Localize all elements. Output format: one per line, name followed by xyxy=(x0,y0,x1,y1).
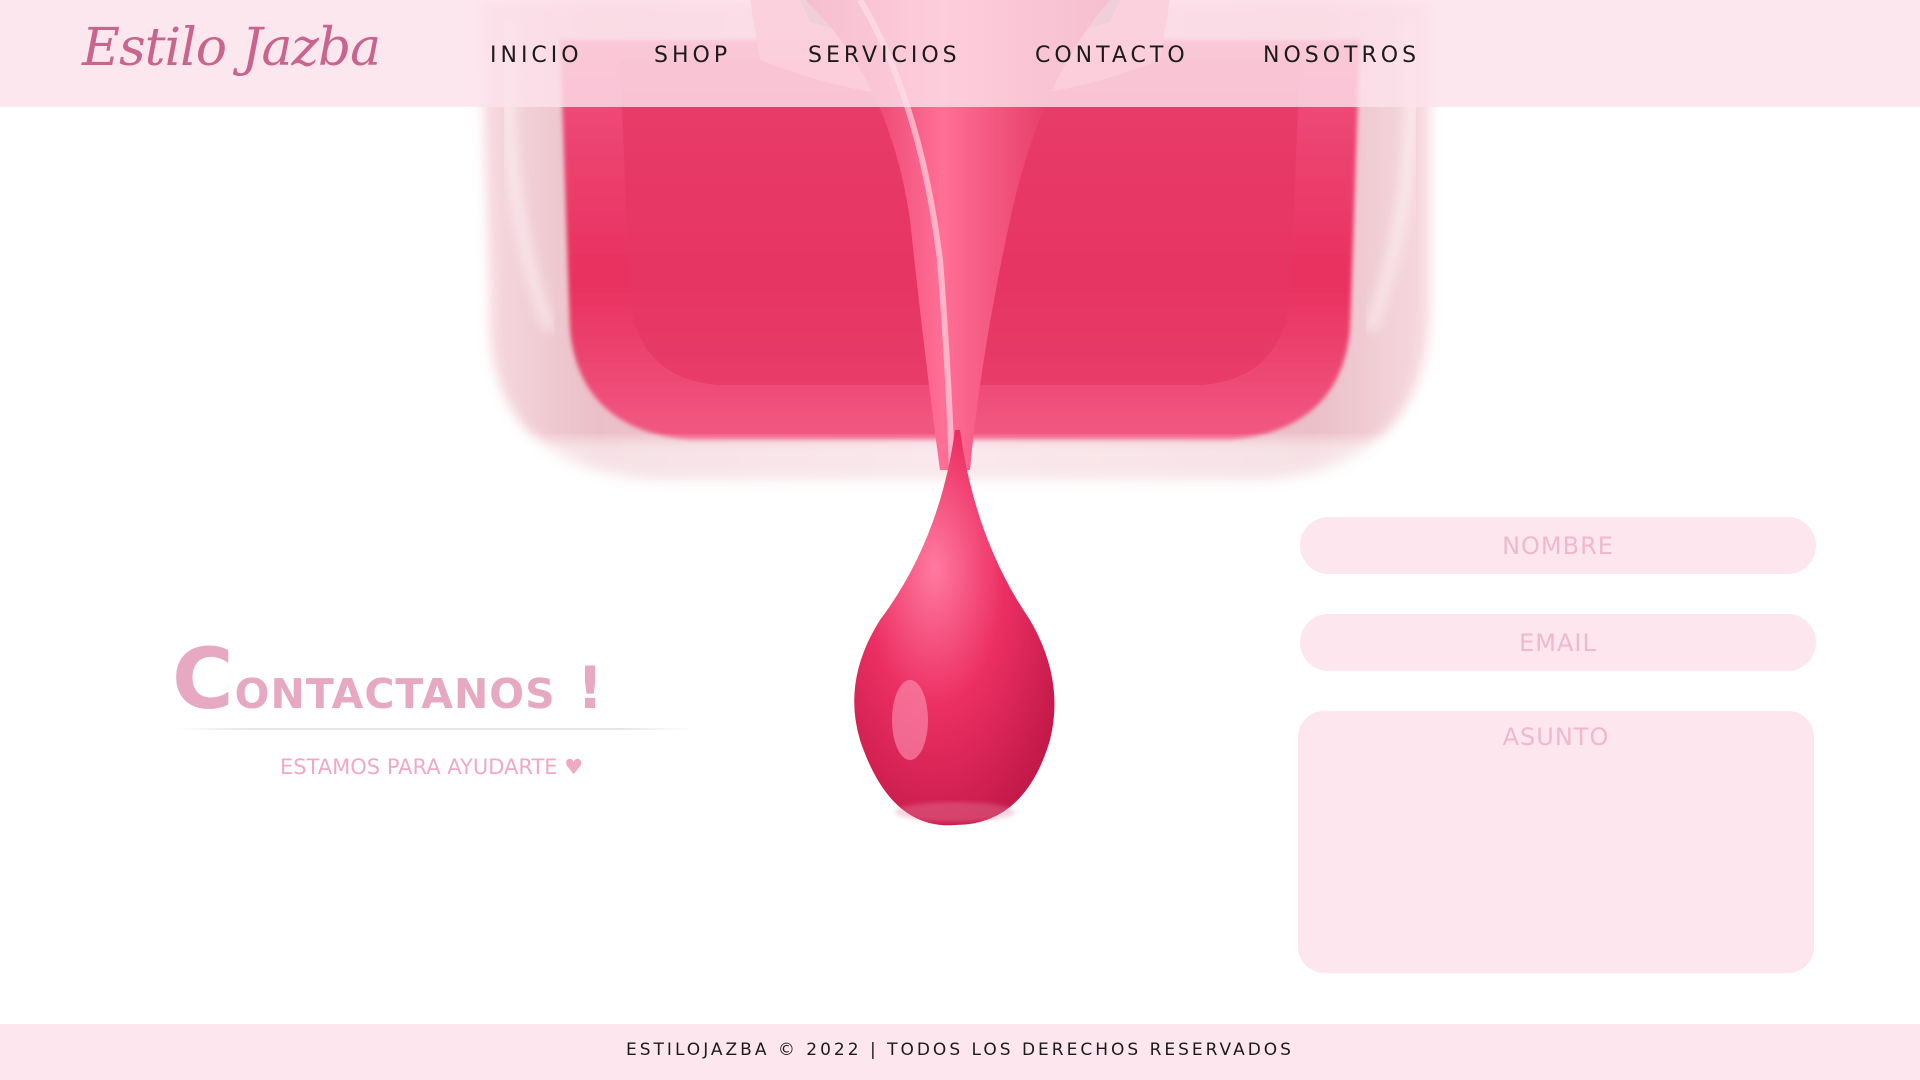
footer: ESTILOJAZBA © 2022 | TODOS LOS DERECHOS … xyxy=(0,1024,1920,1080)
nav-item-servicios[interactable]: SERVICIOS xyxy=(808,43,961,68)
nav-item-nosotros[interactable]: NOSOTROS xyxy=(1263,43,1420,68)
brand-logo[interactable]: Estilo Jazba xyxy=(82,18,381,78)
nav-item-shop[interactable]: SHOP xyxy=(654,43,731,68)
page-subtitle: ESTAMOS PARA AYUDARTE ♥ xyxy=(280,755,584,779)
nav-item-contacto[interactable]: CONTACTO xyxy=(1035,43,1189,68)
nav-item-inicio[interactable]: INICIO xyxy=(490,43,583,68)
page-title-initial: C xyxy=(172,630,235,728)
subject-field[interactable] xyxy=(1298,711,1814,973)
nail-polish-drip-icon xyxy=(470,0,1450,826)
email-field[interactable] xyxy=(1300,614,1816,671)
name-field[interactable] xyxy=(1300,517,1816,574)
page-title-rest: ontactanos ! xyxy=(234,654,605,722)
page-title: Contactanos ! xyxy=(172,630,604,728)
navbar: Estilo Jazba INICIO SHOP SERVICIOS CONTA… xyxy=(0,0,1920,107)
title-divider xyxy=(174,728,694,730)
footer-copyright: ESTILOJAZBA © 2022 | TODOS LOS DERECHOS … xyxy=(626,1040,1294,1060)
hero-nail-polish-image xyxy=(470,0,1450,840)
